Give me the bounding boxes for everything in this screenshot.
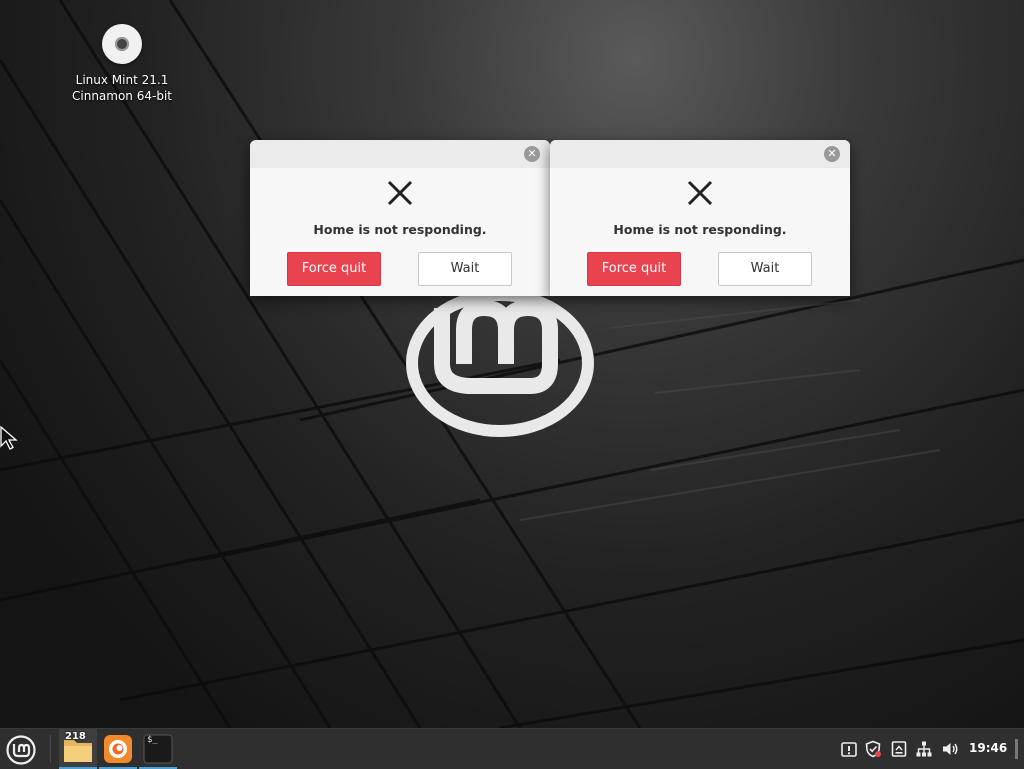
taskbar: 218 $_ 19:46: [0, 728, 1024, 769]
desktop-icon-label-line2: Cinnamon 64-bit: [72, 89, 172, 103]
taskbar-app-terminal[interactable]: $_: [139, 729, 177, 769]
mint-menu-icon[interactable]: [5, 734, 37, 766]
wait-button[interactable]: Wait: [418, 252, 512, 286]
close-icon[interactable]: ✕: [824, 146, 840, 162]
error-x-icon: [387, 180, 413, 206]
not-responding-dialog-2: ✕ Home is not responding. Force quit Wai…: [550, 140, 850, 296]
error-x-icon: [687, 180, 713, 206]
clock[interactable]: 19:46: [969, 741, 1007, 755]
firefox-icon: [104, 735, 132, 763]
disc-icon: [102, 24, 142, 64]
dialog-titlebar[interactable]: ✕: [550, 140, 850, 168]
desktop-icon-label-line1: Linux Mint 21.1: [75, 73, 169, 87]
force-quit-button[interactable]: Force quit: [587, 252, 681, 286]
workspace-badge: 218: [65, 731, 86, 742]
taskbar-app-firefox[interactable]: [99, 729, 137, 769]
update-shield-icon[interactable]: [864, 740, 882, 758]
dialog-titlebar[interactable]: ✕: [250, 140, 550, 168]
volume-icon[interactable]: [941, 740, 959, 758]
wait-button[interactable]: Wait: [718, 252, 812, 286]
terminal-icon: [143, 734, 173, 764]
terminal-glyph: $_: [147, 735, 158, 745]
desktop-icon-install-disc[interactable]: Linux Mint 21.1 Cinnamon 64-bit: [62, 24, 182, 104]
notifications-icon[interactable]: [840, 740, 858, 758]
taskbar-app-files[interactable]: 218: [59, 729, 97, 769]
mouse-cursor-icon: [0, 426, 18, 450]
show-desktop-button[interactable]: [1015, 739, 1018, 759]
network-icon[interactable]: [915, 740, 933, 758]
force-quit-button[interactable]: Force quit: [287, 252, 381, 286]
desktop: Linux Mint 21.1 Cinnamon 64-bit ✕ Home i…: [0, 0, 1024, 728]
close-icon[interactable]: ✕: [524, 146, 540, 162]
taskbar-separator: [50, 735, 51, 763]
clipboard-icon[interactable]: [890, 740, 908, 758]
not-responding-dialog-1: ✕ Home is not responding. Force quit Wai…: [250, 140, 550, 296]
dialog-message: Home is not responding.: [313, 222, 487, 237]
dialog-message: Home is not responding.: [613, 222, 787, 237]
